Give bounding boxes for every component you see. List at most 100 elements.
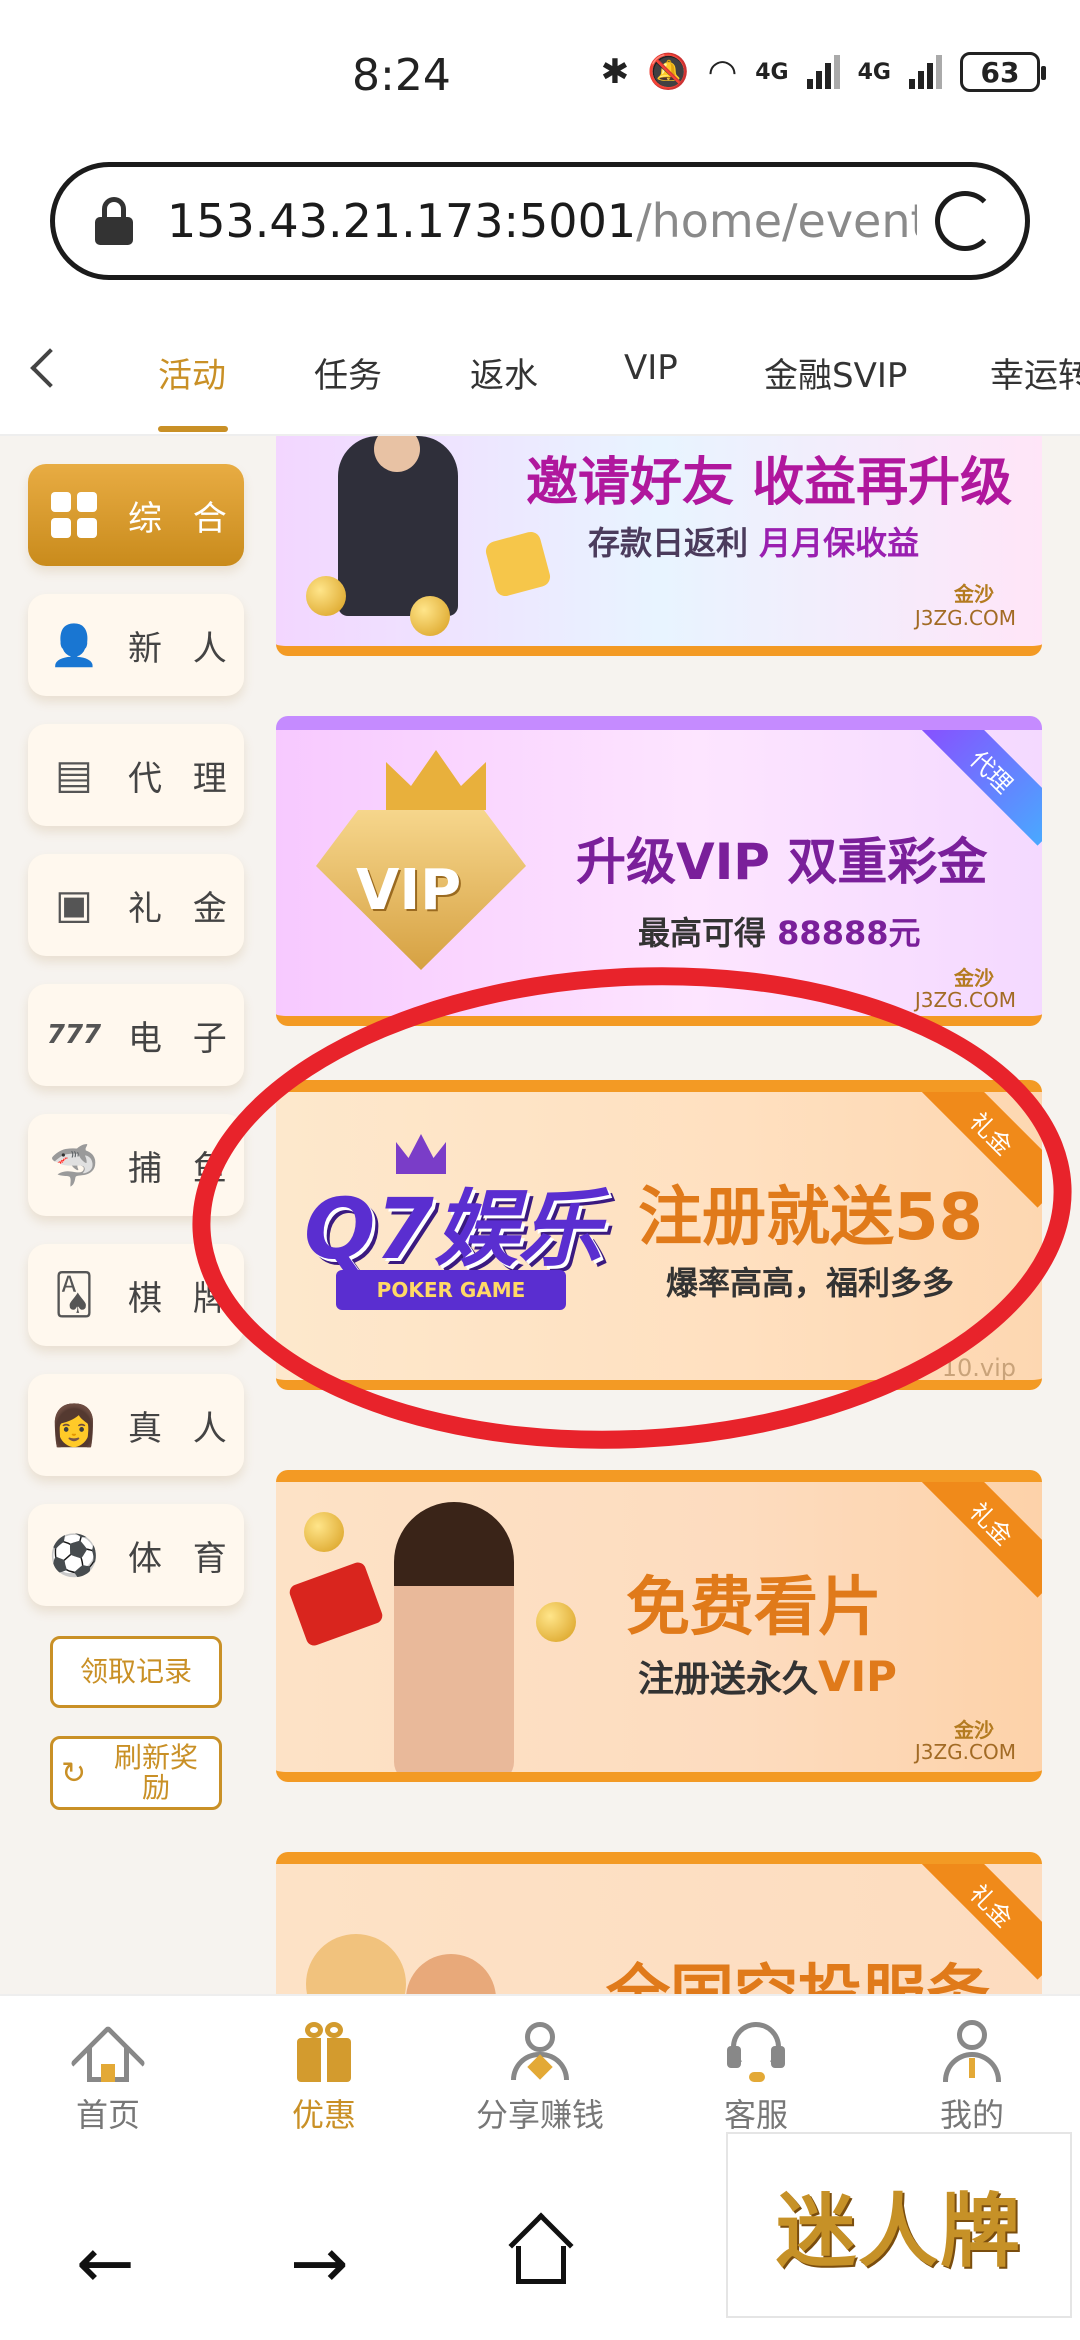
promo-banner-invite[interactable]: 邀请好友 收益再升级 存款日返利 月月保收益 金沙 J3ZG.COM bbox=[276, 436, 1042, 656]
url-host: 153.43.21.173:5001 bbox=[167, 194, 637, 248]
tab-label: 分享赚钱 bbox=[475, 2096, 604, 2134]
sidebar-item-sports[interactable]: ⚽ 体 育 bbox=[28, 1504, 244, 1606]
crown-icon bbox=[386, 750, 486, 810]
home-button-icon[interactable] bbox=[506, 2212, 576, 2286]
promo-banner-q7-register[interactable]: 礼金 Q7娱乐 POKER GAME 注册就送58 爆率高高，福利多多 10.v… bbox=[276, 1080, 1042, 1390]
sidebar-item-label: 捕 鱼 bbox=[128, 1148, 237, 1189]
coin-icon bbox=[410, 596, 450, 636]
sidebar-item-label: 体 育 bbox=[128, 1538, 237, 1579]
vip-badge-text: VIP bbox=[356, 858, 462, 923]
back-chevron-icon[interactable] bbox=[30, 348, 70, 388]
coin-icon bbox=[306, 576, 346, 616]
status-time: 8:24 bbox=[352, 50, 451, 101]
banner-subtitle-a: 最高可得 bbox=[638, 914, 767, 952]
claim-records-button[interactable]: 领取记录 bbox=[50, 1636, 222, 1708]
forward-arrow-icon[interactable]: → bbox=[290, 2222, 349, 2304]
person-icon: 👤 bbox=[49, 622, 99, 669]
tag-bonus: 礼金 bbox=[917, 1482, 1042, 1598]
back-arrow-icon[interactable]: ← bbox=[76, 2222, 135, 2304]
cards-icon: 🂡 bbox=[53, 1272, 95, 1318]
tab-tasks[interactable]: 任务 bbox=[314, 348, 382, 397]
battery-level: 63 bbox=[980, 55, 1020, 89]
mute-bell-icon: 🔕 bbox=[647, 52, 690, 92]
refresh-rewards-label-line2: 励 bbox=[141, 1771, 170, 1804]
woman-icon: 👩 bbox=[49, 1402, 99, 1449]
brand-logo-jinsha: 金沙 bbox=[954, 1718, 994, 1742]
banner-domain: J3ZG.COM bbox=[914, 606, 1016, 630]
promo-banner-airdrop[interactable]: 礼金 全国空投服务 bbox=[276, 1852, 1042, 1994]
banner-subtitle: 最高可得 88888元 bbox=[638, 908, 921, 954]
bluetooth-icon: ✱ bbox=[600, 52, 630, 92]
slot-777-icon: 777 bbox=[46, 1020, 102, 1050]
tab-promotions[interactable]: 优惠 bbox=[244, 2018, 404, 2136]
tab-rebate[interactable]: 返水 bbox=[470, 348, 538, 397]
status-bar: 8:24 ✱ 🔕 ◠ 4G 4G 63 bbox=[0, 0, 1080, 150]
tab-share-earn[interactable]: 分享赚钱 bbox=[460, 2018, 620, 2136]
sidebar-item-newcomer[interactable]: 👤 新 人 bbox=[28, 594, 244, 696]
signal-4g-label-2: 4G bbox=[857, 59, 891, 85]
shark-icon: 🦈 bbox=[49, 1142, 99, 1189]
refresh-rewards-label-line1: 刷新奖 bbox=[113, 1741, 198, 1774]
banner-title: 全国空投服务 bbox=[606, 1944, 990, 1994]
grid-icon bbox=[46, 487, 102, 543]
tab-vip[interactable]: VIP bbox=[624, 348, 678, 388]
watermark-text: 迷人牌 bbox=[776, 2185, 1022, 2278]
signal-bars-icon bbox=[806, 55, 840, 89]
tab-lucky-wheel[interactable]: 幸运转 bbox=[990, 348, 1080, 397]
banner-subtitle-b: VIP bbox=[818, 1652, 897, 1701]
q7-logo-text: Q7娱乐 bbox=[304, 1180, 602, 1278]
sidebar-item-label: 新 人 bbox=[128, 628, 237, 669]
sidebar-item-label: 代 理 bbox=[128, 758, 237, 799]
banner-title: 免费看片 bbox=[626, 1571, 882, 1645]
promo-banner-vip-upgrade[interactable]: 代理 VIP 升级VIP 双重彩金 最高可得 88888元 金沙 J3ZG.CO… bbox=[276, 716, 1042, 1026]
banner-title: 注册就送58 bbox=[638, 1181, 984, 1255]
brand-logo-jinsha: 金沙 bbox=[954, 582, 994, 606]
wifi-icon: ◠ bbox=[707, 52, 738, 92]
banner-subtitle-a: 注册送永久 bbox=[638, 1659, 819, 1700]
url-text[interactable]: 153.43.21.173:5001/home/event?e bbox=[167, 194, 917, 248]
tab-activities[interactable]: 活动 bbox=[158, 348, 226, 397]
cartoon-face bbox=[306, 1934, 406, 1994]
woman-figure bbox=[394, 1502, 514, 1772]
tab-home[interactable]: 首页 bbox=[28, 2018, 188, 2136]
wallet-icon: ▣ bbox=[55, 882, 93, 928]
tab-finance-svip[interactable]: 金融SVIP bbox=[764, 348, 907, 397]
banner-subtitle: 存款日返利 月月保收益 bbox=[588, 518, 919, 564]
banner-subtitle-a: 存款日返利 bbox=[588, 524, 749, 562]
refresh-rewards-button[interactable]: ↻ 刷新奖 励 bbox=[50, 1736, 222, 1810]
active-tab-indicator bbox=[158, 426, 228, 432]
headset-icon bbox=[723, 2018, 789, 2084]
poker-game-ribbon: POKER GAME bbox=[336, 1270, 566, 1310]
banner-title: 邀请好友 收益再升级 bbox=[526, 453, 1013, 513]
refresh-icon: ↻ bbox=[61, 1756, 87, 1791]
sidebar-item-bonus[interactable]: ▣ 礼 金 bbox=[28, 854, 244, 956]
category-tabs: 活动 任务 返水 VIP 金融SVIP 幸运转 bbox=[0, 318, 1080, 436]
gift-icon bbox=[291, 2018, 357, 2084]
reload-icon[interactable] bbox=[935, 191, 995, 251]
sidebar-item-agent[interactable]: ▤ 代 理 bbox=[28, 724, 244, 826]
user-icon bbox=[939, 2018, 1005, 2084]
banner-subtitle-b: 88888元 bbox=[777, 914, 921, 952]
battery-icon: 63 bbox=[960, 52, 1046, 92]
sidebar-item-live[interactable]: 👩 真 人 bbox=[28, 1374, 244, 1476]
signal-4g-label: 4G bbox=[755, 59, 789, 85]
tab-customer-service[interactable]: 客服 bbox=[676, 2018, 836, 2136]
brand-logo-jinsha: 金沙 bbox=[954, 966, 994, 990]
tab-label: 优惠 bbox=[291, 2096, 356, 2134]
sidebar-item-all[interactable]: 综 合 bbox=[28, 464, 244, 566]
address-bar[interactable]: 153.43.21.173:5001/home/event?e bbox=[50, 162, 1030, 280]
banner-domain: J3ZG.COM bbox=[914, 1740, 1016, 1764]
banner-subtitle: 爆率高高，福利多多 bbox=[666, 1264, 955, 1302]
sidebar-item-label: 综 合 bbox=[128, 498, 237, 539]
cash-icon: ▤ bbox=[55, 752, 93, 798]
soccer-ball-icon: ⚽ bbox=[49, 1532, 99, 1579]
sidebar-item-fishing[interactable]: 🦈 捕 鱼 bbox=[28, 1114, 244, 1216]
promo-banner-free-video[interactable]: 礼金 免费看片 注册送永久VIP 金沙 J3ZG.COM bbox=[276, 1470, 1042, 1782]
sidebar-item-label: 棋 牌 bbox=[128, 1278, 237, 1319]
dice-icon bbox=[483, 529, 553, 599]
sidebar-item-slots[interactable]: 777 电 子 bbox=[28, 984, 244, 1086]
tab-my-account[interactable]: 我的 bbox=[892, 2018, 1052, 2136]
sidebar-item-label: 电 子 bbox=[128, 1018, 237, 1059]
sidebar-item-card-games[interactable]: 🂡 棋 牌 bbox=[28, 1244, 244, 1346]
red-envelope-icon bbox=[287, 1560, 385, 1648]
